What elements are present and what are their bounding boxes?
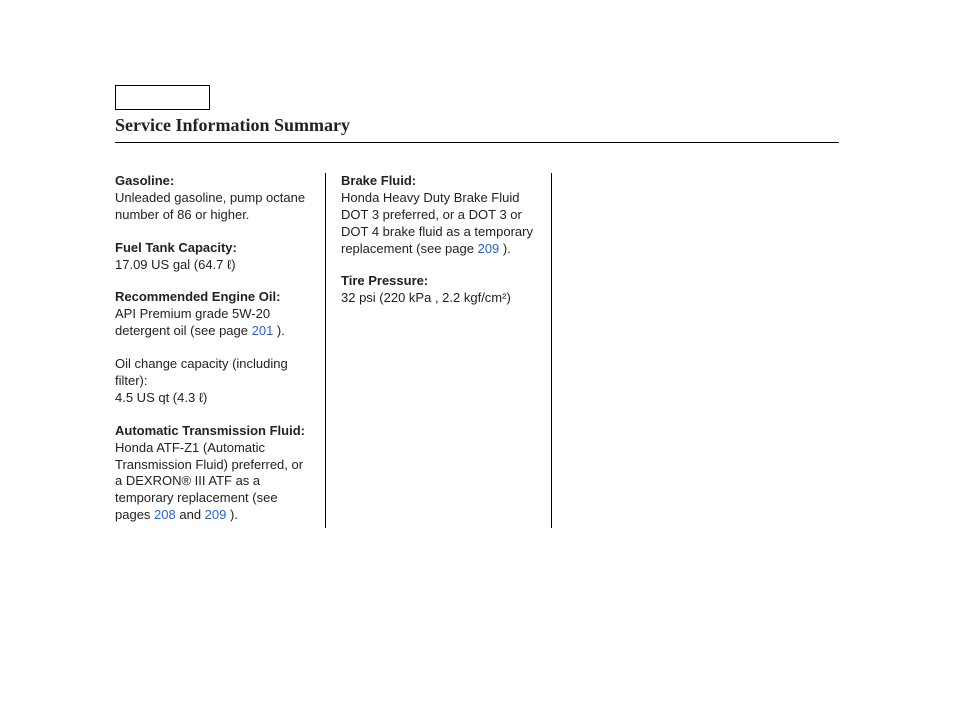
fuel-tank-section: Fuel Tank Capacity: 17.09 US gal (64.7 ℓ… [115, 240, 310, 274]
gasoline-text: Unleaded gasoline, pump octane number of… [115, 190, 305, 222]
page-title: Service Information Summary [115, 115, 839, 143]
column-1: Gasoline: Unleaded gasoline, pump octane… [115, 173, 325, 540]
page-link-201[interactable]: 201 [252, 323, 274, 338]
atf-section: Automatic Transmission Fluid: Honda ATF-… [115, 423, 310, 524]
column-separator-1 [325, 173, 326, 528]
engine-oil-label: Recommended Engine Oil: [115, 289, 280, 304]
atf-mid: and [176, 507, 205, 522]
fuel-tank-text: 17.09 US gal (64.7 ℓ) [115, 257, 236, 272]
content-columns: Gasoline: Unleaded gasoline, pump octane… [115, 173, 839, 540]
page-link-209a[interactable]: 209 [205, 507, 227, 522]
page-link-209b[interactable]: 209 [478, 241, 500, 256]
column-separator-2 [551, 173, 552, 528]
gasoline-section: Gasoline: Unleaded gasoline, pump octane… [115, 173, 310, 224]
oil-change-value: 4.5 US qt (4.3 ℓ) [115, 390, 207, 405]
engine-oil-text-after: ). [273, 323, 285, 338]
brake-fluid-label: Brake Fluid: [341, 173, 416, 188]
brake-fluid-text-after: ). [499, 241, 511, 256]
column-2: Brake Fluid: Honda Heavy Duty Brake Flui… [341, 173, 551, 540]
logo-placeholder [115, 85, 210, 110]
gasoline-label: Gasoline: [115, 173, 174, 188]
engine-oil-text-before: API Premium grade 5W-20 detergent oil (s… [115, 306, 270, 338]
oil-change-section: Oil change capacity (including filter): … [115, 356, 310, 407]
fuel-tank-label: Fuel Tank Capacity: [115, 240, 237, 255]
engine-oil-section: Recommended Engine Oil: API Premium grad… [115, 289, 310, 340]
page-link-208[interactable]: 208 [154, 507, 176, 522]
brake-fluid-section: Brake Fluid: Honda Heavy Duty Brake Flui… [341, 173, 536, 257]
tire-pressure-section: Tire Pressure: 32 psi (220 kPa , 2.2 kgf… [341, 273, 536, 307]
tire-pressure-label: Tire Pressure: [341, 273, 428, 288]
atf-text-after: ). [226, 507, 238, 522]
atf-label: Automatic Transmission Fluid: [115, 423, 305, 438]
tire-pressure-text: 32 psi (220 kPa , 2.2 kgf/cm²) [341, 290, 511, 305]
oil-change-text: Oil change capacity (including filter): [115, 356, 288, 388]
